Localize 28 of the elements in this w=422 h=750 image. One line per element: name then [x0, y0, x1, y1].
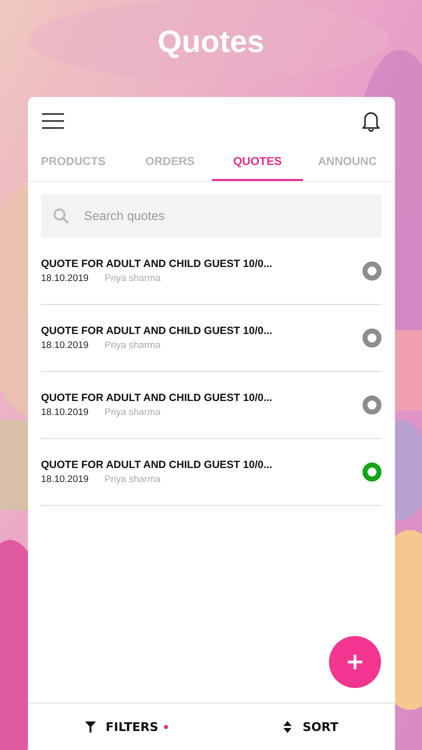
add-button[interactable]	[329, 636, 381, 688]
quote-item[interactable]: QUOTE FOR ADULT AND CHILD GUEST 10/0... 18.10.2019 Priya sharma	[41, 372, 382, 439]
quote-date: 18.10.2019	[41, 407, 89, 418]
page-title: Quotes	[156, 24, 266, 61]
quote-date: 18.10.2019	[41, 273, 89, 284]
plus-icon	[346, 653, 364, 671]
quote-item[interactable]: QUOTE FOR ADULT AND CHILD GUEST 10/0... 18.10.2019 Priya sharma	[41, 439, 382, 506]
quote-author: Priya sharma	[104, 273, 161, 284]
quote-date: 18.10.2019	[41, 340, 89, 351]
quote-title: QUOTE FOR ADULT AND CHILD GUEST 10/0...	[41, 258, 272, 270]
filters-button[interactable]: FILTERS	[80, 716, 172, 738]
quote-author: Priya sharma	[104, 407, 161, 418]
quote-title: QUOTE FOR ADULT AND CHILD GUEST 10/0...	[41, 392, 272, 404]
quote-date: 18.10.2019	[41, 474, 89, 485]
quote-author: Priya sharma	[104, 474, 161, 485]
quote-title: QUOTE FOR ADULT AND CHILD GUEST 10/0...	[41, 325, 272, 337]
filter-icon	[84, 721, 96, 733]
quote-item[interactable]: QUOTE FOR ADULT AND CHILD GUEST 10/0... 18.10.2019 Priya sharma	[41, 238, 382, 305]
search-icon	[53, 208, 69, 224]
sort-icon	[282, 721, 293, 733]
bell-icon[interactable]	[361, 110, 381, 132]
tab[interactable]: QUOTES	[212, 145, 303, 181]
menu-icon[interactable]	[42, 113, 64, 129]
sort-button[interactable]: SORT	[278, 716, 342, 738]
quote-item[interactable]: QUOTE FOR ADULT AND CHILD GUEST 10/0... 18.10.2019 Priya sharma	[41, 305, 382, 372]
quote-title: QUOTE FOR ADULT AND CHILD GUEST 10/0...	[41, 459, 272, 471]
search-field[interactable]: Search quotes	[41, 194, 382, 238]
quote-author: Priya sharma	[104, 340, 161, 351]
